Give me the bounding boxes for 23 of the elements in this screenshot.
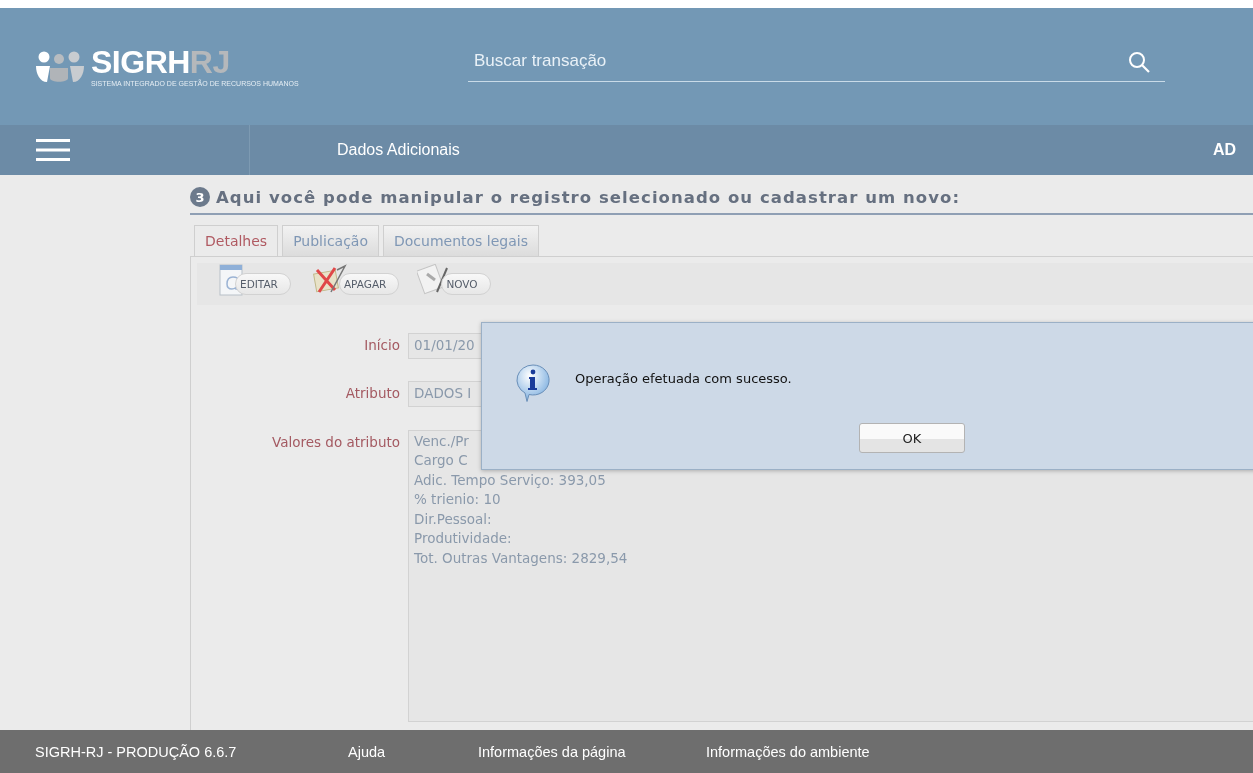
info-icon: [515, 363, 551, 403]
page-title: Dados Adicionais: [337, 141, 461, 159]
logo-text: SIGRHRJ: [91, 46, 231, 78]
menu-icon[interactable]: [36, 138, 70, 162]
field-label: Atributo: [344, 384, 400, 404]
section-title: Aqui você pode manipular o registro selecionado ou cadastrar um novo:: [216, 187, 961, 207]
field-label: Início: [363, 336, 400, 355]
ok-button[interactable]: OK: [859, 423, 965, 453]
footer-link[interactable]: Ajuda: [348, 743, 478, 760]
footer-link[interactable]: Informações do ambiente: [706, 743, 870, 760]
footer-link[interactable]: Informações da página: [478, 743, 706, 760]
field-label: Valores do atributo: [270, 432, 400, 452]
new-button[interactable]: NOVO: [441, 273, 491, 295]
people-group-icon: [35, 49, 85, 84]
dialog-message: Operação efetuada com sucesso.: [575, 371, 792, 386]
user-name[interactable]: AD: [1213, 141, 1253, 159]
step-number: 3: [190, 187, 210, 207]
tab[interactable]: Detalhes: [194, 225, 279, 257]
search-icon[interactable]: [1127, 49, 1151, 74]
version-text: SIGRH-RJ - PRODUÇÃO 6.6.7: [35, 743, 238, 760]
delete-button[interactable]: APAGAR: [338, 273, 400, 295]
search-field[interactable]: Buscar transação: [468, 41, 1165, 82]
edit-button[interactable]: EDITAR: [235, 273, 291, 295]
